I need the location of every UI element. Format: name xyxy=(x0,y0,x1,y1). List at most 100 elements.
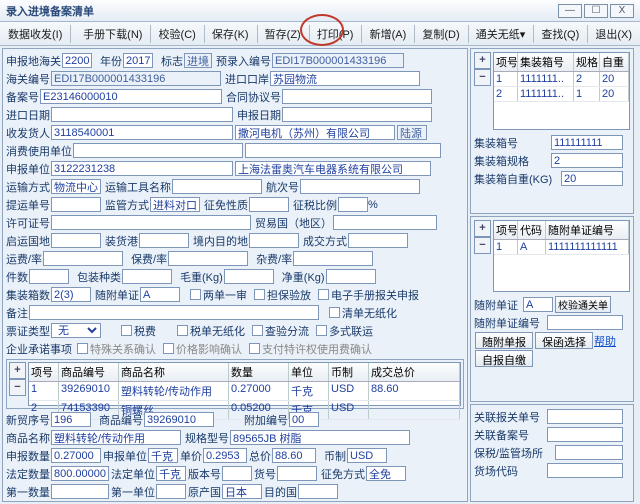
tb-copy[interactable]: 复制(D) xyxy=(416,24,465,44)
in-hh2[interactable] xyxy=(547,463,623,478)
in-fjbh[interactable] xyxy=(289,412,319,427)
tb-verify[interactable]: 校验(C) xyxy=(153,24,202,44)
at-add[interactable]: + xyxy=(474,220,491,237)
btn-xytg[interactable]: 校验通关单 xyxy=(555,296,611,313)
in-sfdzbh[interactable] xyxy=(547,315,623,330)
in-sbdwv[interactable] xyxy=(148,448,178,463)
ct-del[interactable]: − xyxy=(474,69,491,86)
in-jnmdd[interactable] xyxy=(249,233,299,248)
table-row[interactable]: 21111111..120 xyxy=(494,87,629,102)
btn-zbzq[interactable]: 自报自缴 xyxy=(475,350,533,367)
in-jzxz[interactable] xyxy=(561,171,623,186)
table-row[interactable]: 139269010塑料转轮/传动作用0.27000千克USD88.60 xyxy=(29,382,460,401)
cb-dzsc[interactable] xyxy=(318,289,329,300)
ct-add[interactable]: + xyxy=(474,52,491,69)
btn-bldz[interactable]: 保函选择 xyxy=(535,332,593,349)
tb-save[interactable]: 保存(K) xyxy=(206,24,255,44)
in-xkzh[interactable] xyxy=(51,215,251,230)
cb-dwzh[interactable] xyxy=(177,325,188,336)
in-sfdz[interactable] xyxy=(140,287,180,302)
in-bb2[interactable] xyxy=(347,448,387,463)
in-spbh2[interactable] xyxy=(144,412,214,427)
tb-paperless[interactable]: 通关无纸▾ xyxy=(470,24,532,44)
in-hch[interactable] xyxy=(300,179,420,194)
in-ysgjmc[interactable] xyxy=(172,179,262,194)
in-fdsl[interactable] xyxy=(51,466,109,481)
cb-zftq[interactable] xyxy=(249,343,260,354)
in-dysl[interactable] xyxy=(51,484,109,499)
in-jkrq[interactable] xyxy=(51,107,233,122)
in-jz[interactable] xyxy=(326,269,376,284)
in-bah[interactable] xyxy=(40,89,222,104)
in-sbsl[interactable] xyxy=(51,448,101,463)
in-tydh[interactable] xyxy=(51,197,101,212)
sel-pzlx[interactable]: 无 xyxy=(51,323,101,338)
in-jzxh[interactable] xyxy=(51,287,91,302)
in-cjfs[interactable] xyxy=(348,233,408,248)
goods-del[interactable]: − xyxy=(9,379,26,396)
in-bz2[interactable] xyxy=(29,305,319,320)
tb-print[interactable]: 打印(P) xyxy=(311,24,360,44)
cb-jgyx[interactable] xyxy=(163,343,174,354)
in-ycg[interactable] xyxy=(222,484,262,499)
tb-tempsave[interactable]: 暂存(Z) xyxy=(259,24,307,44)
in-xmh[interactable] xyxy=(51,412,91,427)
in-bbh[interactable] xyxy=(222,466,252,481)
in-jzxh2[interactable] xyxy=(551,135,623,150)
in-zmxz[interactable] xyxy=(249,197,289,212)
tb-data[interactable]: 数据收发(I) xyxy=(2,24,68,44)
goods-grid[interactable]: 项号 商品编号 商品名称 数量 单位 币制 成交总价 139269010塑料转轮… xyxy=(28,362,461,406)
cb-lsy[interactable] xyxy=(190,289,201,300)
goods-add[interactable]: + xyxy=(9,362,26,379)
in-xfsy2[interactable] xyxy=(245,143,441,158)
in-zf[interactable] xyxy=(293,251,373,266)
cb-dbfh[interactable] xyxy=(254,289,265,300)
in-bzzl[interactable] xyxy=(122,269,172,284)
in-qyg[interactable] xyxy=(51,233,101,248)
in-sbdw2[interactable] xyxy=(235,161,431,176)
in-myg[interactable] xyxy=(333,215,437,230)
in-sfdz2[interactable] xyxy=(523,297,553,312)
in-hh[interactable] xyxy=(277,466,317,481)
in-jgfs[interactable] xyxy=(150,197,200,212)
in-sbdw[interactable] xyxy=(51,161,233,176)
in-jkka[interactable] xyxy=(270,71,420,86)
tb-download[interactable]: 手册下载(N) xyxy=(77,24,148,44)
in-bs[interactable] xyxy=(555,445,623,460)
cb-tsgx[interactable] xyxy=(77,343,88,354)
in-ysfs[interactable] xyxy=(51,179,101,194)
in-ggxh[interactable] xyxy=(230,430,410,445)
close-button[interactable]: X xyxy=(610,4,634,18)
cb-dsly[interactable] xyxy=(316,325,327,336)
in-shr[interactable] xyxy=(51,125,233,140)
in-glb[interactable] xyxy=(547,427,623,442)
in-zsbl[interactable] xyxy=(338,197,368,212)
in-nf[interactable] xyxy=(123,53,153,68)
in-mdg[interactable] xyxy=(298,484,338,499)
in-dydw[interactable] xyxy=(156,484,186,499)
at-del[interactable]: − xyxy=(474,237,491,254)
min-button[interactable]: — xyxy=(558,4,582,18)
in-sbrq[interactable] xyxy=(282,107,432,122)
cb-qdwzh[interactable] xyxy=(329,307,340,318)
attach-grid[interactable]: 项号代码随附单证编号 1A1111111111111 xyxy=(493,220,630,292)
table-row[interactable]: 11111111..220 xyxy=(494,72,629,87)
in-xfsy[interactable] xyxy=(73,143,243,158)
in-dj[interactable] xyxy=(203,448,247,463)
cb-cyfl[interactable] xyxy=(252,325,263,336)
link-help[interactable]: 帮助 xyxy=(594,333,616,349)
in-hthbh[interactable] xyxy=(282,89,432,104)
in-zmfs[interactable] xyxy=(366,466,406,481)
in-sbdhg[interactable] xyxy=(62,53,92,68)
in-bf[interactable] xyxy=(168,251,248,266)
in-yf[interactable] xyxy=(43,251,123,266)
max-button[interactable]: ☐ xyxy=(584,4,608,18)
in-jzxg[interactable] xyxy=(551,153,623,168)
tb-exit[interactable]: 退出(X) xyxy=(589,24,638,44)
container-grid[interactable]: 项号集装箱号规格自重 11111111..220 21111111..120 xyxy=(493,52,630,130)
in-gld[interactable] xyxy=(547,409,623,424)
cb-sf[interactable] xyxy=(121,325,132,336)
in-spmc2[interactable] xyxy=(51,430,181,445)
tb-new[interactable]: 新增(A) xyxy=(364,24,413,44)
in-zj[interactable] xyxy=(272,448,316,463)
